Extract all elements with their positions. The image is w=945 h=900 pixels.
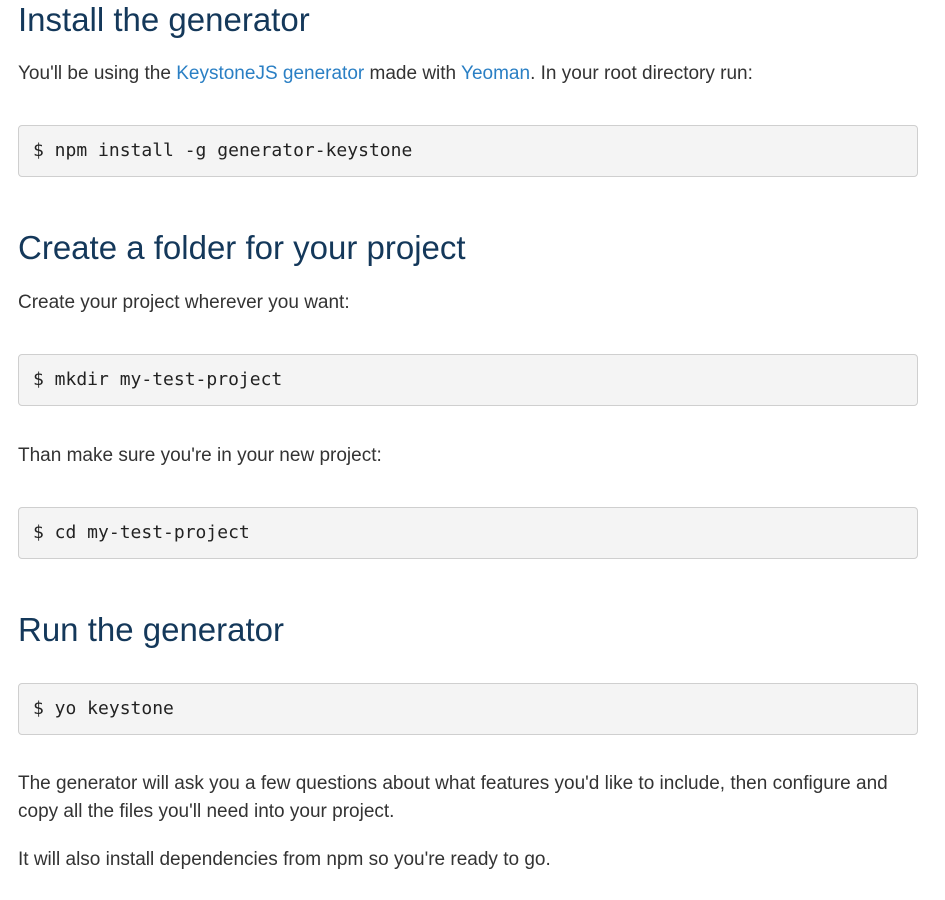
folder-followup-paragraph: Than make sure you're in your new projec… [18,445,382,466]
heading-install-generator: Install the generator [18,1,310,38]
folder-intro-paragraph: Create your project wherever you want: [18,292,350,313]
heading-create-folder: Create a folder for your project [18,229,466,266]
run-explanation-paragraph: The generator will ask you a few questio… [18,773,888,822]
install-intro-text-middle: made with [364,63,462,84]
install-intro-text-before: You'll be using the [18,63,177,84]
yeoman-link[interactable]: Yeoman [461,63,530,84]
install-intro-paragraph: You'll be using the KeystoneJS generator… [18,60,908,88]
code-block-cd: $ cd my-test-project [18,507,918,559]
code-block-mkdir: $ mkdir my-test-project [18,354,918,406]
code-block-npm-install: $ npm install -g generator-keystone [18,125,918,177]
run-dependencies-paragraph: It will also install dependencies from n… [18,849,551,870]
keystonejs-generator-link[interactable]: KeystoneJS generator [176,63,364,84]
heading-run-generator: Run the generator [18,611,285,648]
install-intro-text-after: . In your root directory run: [530,63,753,84]
code-block-yo-keystone: $ yo keystone [18,683,918,735]
